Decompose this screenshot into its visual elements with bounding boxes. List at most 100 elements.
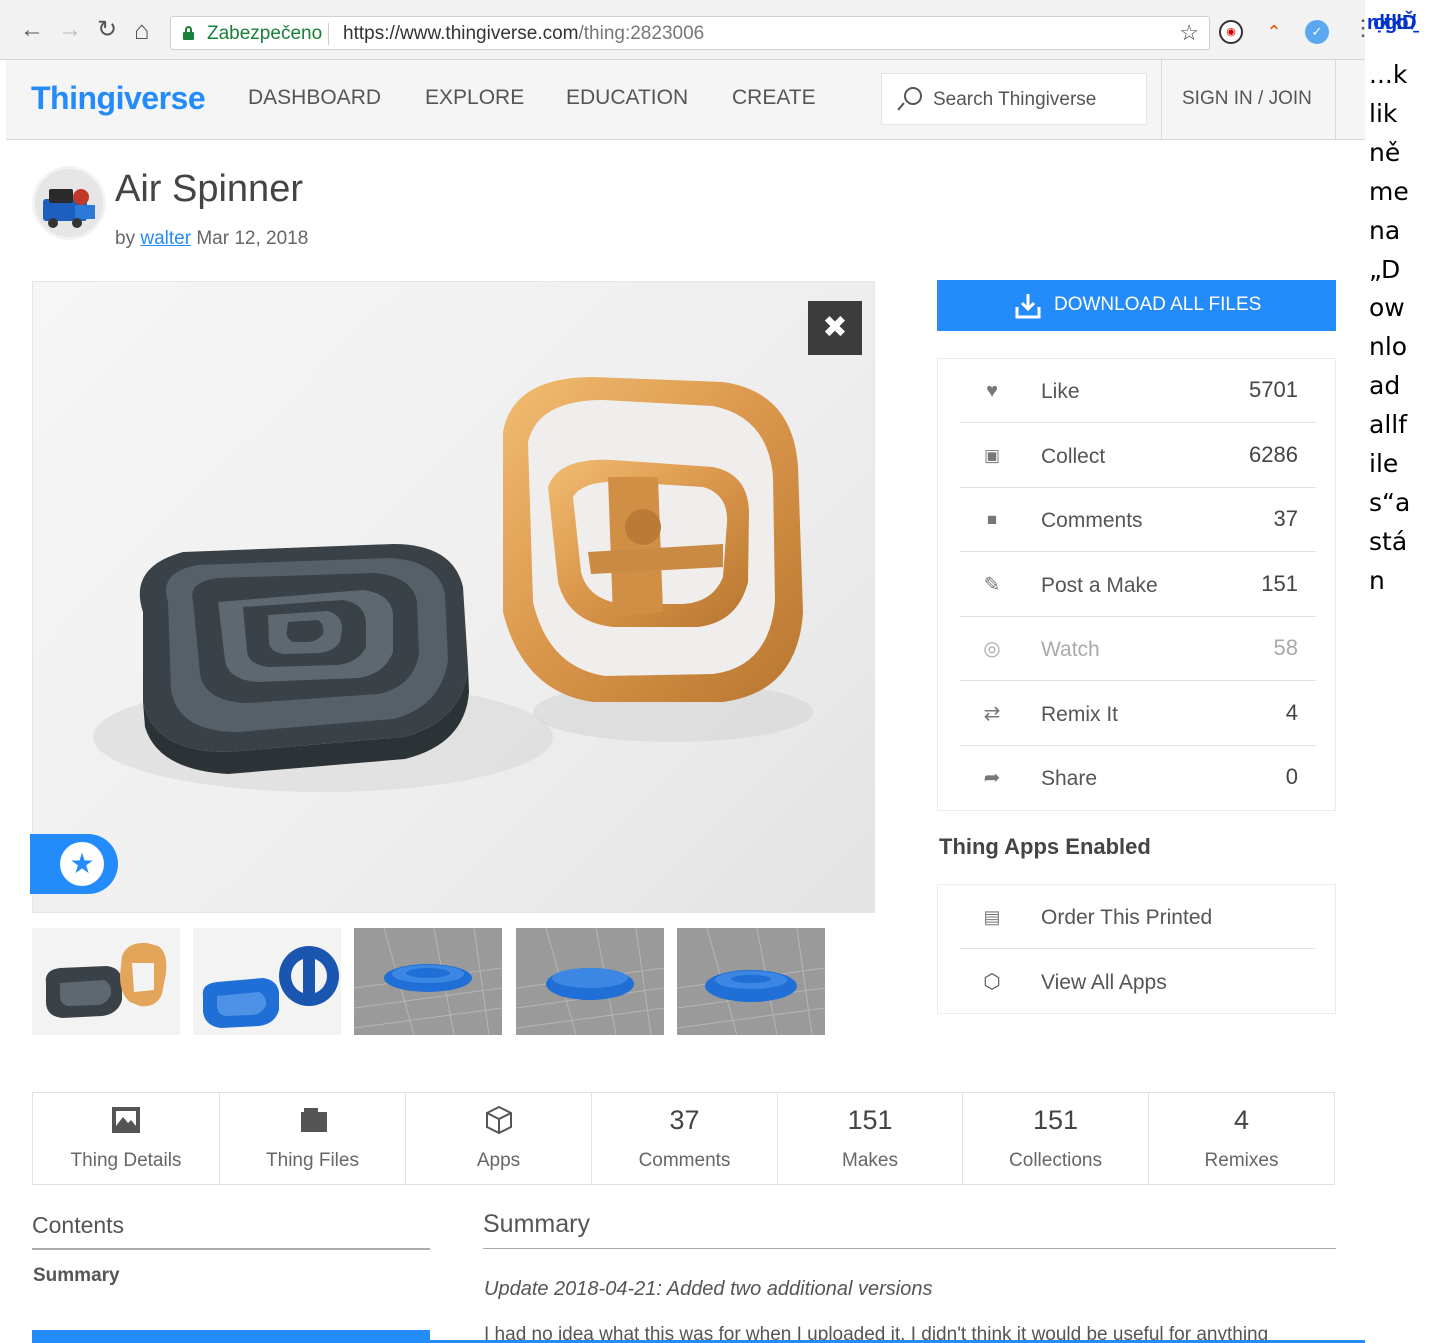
tab-label: Thing Details bbox=[70, 1150, 182, 1171]
apps-panel: ▤ Order This Printed ⬡ View All Apps bbox=[937, 884, 1336, 1014]
thumbnail-1[interactable] bbox=[32, 928, 180, 1035]
extension-check-icon[interactable]: ✓ bbox=[1305, 20, 1329, 44]
nav-dashboard[interactable]: DASHBOARD bbox=[248, 86, 381, 110]
thumbnail-2[interactable] bbox=[193, 928, 341, 1035]
avatar-robot-icon bbox=[35, 169, 103, 237]
action-count: 4 bbox=[1285, 700, 1298, 725]
tab-makes[interactable]: 151 Makes bbox=[778, 1093, 963, 1184]
tab-label: Makes bbox=[842, 1150, 898, 1171]
thumbnail-render-2 bbox=[516, 928, 664, 1035]
apps-heading: Thing Apps Enabled bbox=[939, 834, 1151, 859]
thingiverse-logo[interactable]: Thingiverse bbox=[31, 80, 206, 117]
action-label: Collect bbox=[1041, 445, 1106, 468]
thing-actions-panel: ♥ Like 5701 ▣ Collect 6286 ■ Comments 37… bbox=[937, 358, 1336, 811]
nav-education[interactable]: EDUCATION bbox=[566, 86, 688, 110]
tab-thing-files[interactable]: Thing Files bbox=[220, 1093, 406, 1184]
app-label: Order This Printed bbox=[1041, 906, 1213, 929]
thing-tabs-bar: Thing Details Thing Files Apps 37 Commen… bbox=[32, 1092, 1335, 1185]
url-host: https://www.thingiverse.com bbox=[343, 23, 579, 44]
search-placeholder: Search Thingiverse bbox=[933, 89, 1097, 110]
air-spinner-photo bbox=[93, 377, 813, 792]
tab-remixes[interactable]: 4 Remixes bbox=[1149, 1093, 1334, 1184]
details-icon bbox=[33, 1105, 219, 1135]
tab-label: Thing Files bbox=[266, 1150, 359, 1171]
download-all-files-button[interactable]: DOWNLOAD ALL FILES bbox=[937, 280, 1336, 331]
contents-active-bar bbox=[32, 1330, 430, 1343]
comments-icon: ■ bbox=[986, 510, 998, 529]
app-label: View All Apps bbox=[1041, 971, 1167, 994]
action-like[interactable]: ♥ Like 5701 bbox=[960, 359, 1316, 423]
printer-icon: ▤ bbox=[983, 907, 1001, 927]
byline-prefix: by bbox=[115, 228, 136, 249]
cube-icon bbox=[406, 1105, 591, 1135]
main-product-image[interactable]: ✖ bbox=[32, 281, 875, 913]
nav-explore[interactable]: EXPLORE bbox=[425, 86, 524, 110]
action-label: Post a Make bbox=[1041, 574, 1158, 597]
app-order-printed[interactable]: ▤ Order This Printed bbox=[960, 885, 1316, 949]
page-title: Air Spinner bbox=[115, 168, 303, 210]
home-icon[interactable]: ⌂ bbox=[134, 17, 150, 43]
thumbnail-4[interactable] bbox=[516, 928, 664, 1035]
tab-thing-details[interactable]: Thing Details bbox=[33, 1093, 220, 1184]
action-post-make[interactable]: ✎ Post a Make 151 bbox=[960, 553, 1316, 617]
share-icon: ➦ bbox=[983, 767, 1001, 789]
action-collect[interactable]: ▣ Collect 6286 bbox=[960, 424, 1316, 488]
side-overlay: nọktịtigkb Ď/̱ ...klikněmena„Downloadall… bbox=[1365, 0, 1450, 1343]
remix-icon: ⇄ bbox=[983, 703, 1001, 725]
extension-privacy-icon[interactable]: ◉ bbox=[1219, 20, 1243, 44]
tab-count: 151 bbox=[1032, 1105, 1079, 1135]
address-separator bbox=[328, 23, 329, 45]
contents-summary-link[interactable]: Summary bbox=[33, 1265, 120, 1287]
fullscreen-expand-icon[interactable]: ✖ bbox=[808, 301, 862, 355]
nav-create[interactable]: CREATE bbox=[732, 86, 816, 110]
action-comments[interactable]: ■ Comments 37 bbox=[960, 488, 1316, 552]
action-share[interactable]: ➦ Share 0 bbox=[960, 746, 1316, 810]
search-input[interactable]: Search Thingiverse bbox=[881, 73, 1147, 125]
site-header: Thingiverse DASHBOARD EXPLORE EDUCATION … bbox=[6, 60, 1365, 140]
action-watch[interactable]: ◎ Watch 58 bbox=[960, 617, 1316, 681]
author-link[interactable]: walter bbox=[140, 228, 191, 249]
download-label: DOWNLOAD ALL FILES bbox=[1054, 294, 1262, 315]
action-label: Comments bbox=[1041, 509, 1143, 532]
signin-label: SIGN IN / JOIN bbox=[1182, 88, 1312, 109]
url-path: /thing:2823006 bbox=[578, 23, 705, 44]
collect-icon: ▣ bbox=[983, 446, 1001, 465]
reload-icon[interactable]: ↻ bbox=[97, 18, 117, 42]
author-avatar[interactable] bbox=[32, 166, 106, 240]
extension-arc-icon[interactable]: ⌃ bbox=[1262, 20, 1286, 44]
tab-label: Apps bbox=[476, 1150, 521, 1171]
back-arrow-icon[interactable]: ← bbox=[20, 18, 44, 42]
byline: by walter Mar 12, 2018 bbox=[115, 228, 308, 250]
browser-toolbar: ← → ↻ ⌂ Zabezpečeno https://www.thingive… bbox=[0, 0, 1374, 60]
bookmark-star-icon[interactable]: ☆ bbox=[1179, 20, 1199, 46]
featured-badge[interactable]: ★ bbox=[30, 834, 118, 894]
summary-divider bbox=[483, 1248, 1336, 1249]
tab-label: Remixes bbox=[1204, 1150, 1279, 1171]
cube-icon: ⬡ bbox=[983, 971, 1001, 993]
address-bar[interactable]: Zabezpečeno https://www.thingiverse.com/… bbox=[170, 16, 1210, 50]
tab-label: Collections bbox=[1009, 1150, 1102, 1171]
signin-join-button[interactable]: SIGN IN / JOIN bbox=[1161, 60, 1336, 140]
secure-label: Zabezpečeno bbox=[207, 23, 323, 44]
overlay-link-text[interactable]: nọktịtigkb Ď/̱ bbox=[1367, 12, 1416, 35]
tab-collections[interactable]: 151 Collections bbox=[963, 1093, 1149, 1184]
heart-icon: ♥ bbox=[986, 380, 998, 402]
app-view-all[interactable]: ⬡ View All Apps bbox=[960, 950, 1316, 1014]
action-count: 0 bbox=[1285, 764, 1298, 789]
url-text[interactable]: https://www.thingiverse.com/thing:282300… bbox=[343, 23, 704, 45]
thumbnail-5[interactable] bbox=[677, 928, 825, 1035]
action-label: Share bbox=[1041, 767, 1098, 790]
featured-star-icon: ★ bbox=[60, 842, 104, 886]
forward-arrow-icon[interactable]: → bbox=[58, 18, 82, 42]
thumbnail-3[interactable] bbox=[354, 928, 502, 1035]
publish-date: Mar 12, 2018 bbox=[196, 228, 309, 249]
lock-icon bbox=[183, 26, 194, 40]
tab-apps[interactable]: Apps bbox=[406, 1093, 592, 1184]
eye-icon: ◎ bbox=[983, 638, 1001, 660]
tab-count: 37 bbox=[669, 1105, 700, 1135]
overlay-vertical-text: ...klikněmena„Downloadallfiles“astán bbox=[1369, 60, 1411, 595]
thumbnail-render-1 bbox=[354, 928, 502, 1035]
tab-comments[interactable]: 37 Comments bbox=[592, 1093, 778, 1184]
search-icon bbox=[898, 87, 922, 113]
action-remix[interactable]: ⇄ Remix It 4 bbox=[960, 682, 1316, 746]
